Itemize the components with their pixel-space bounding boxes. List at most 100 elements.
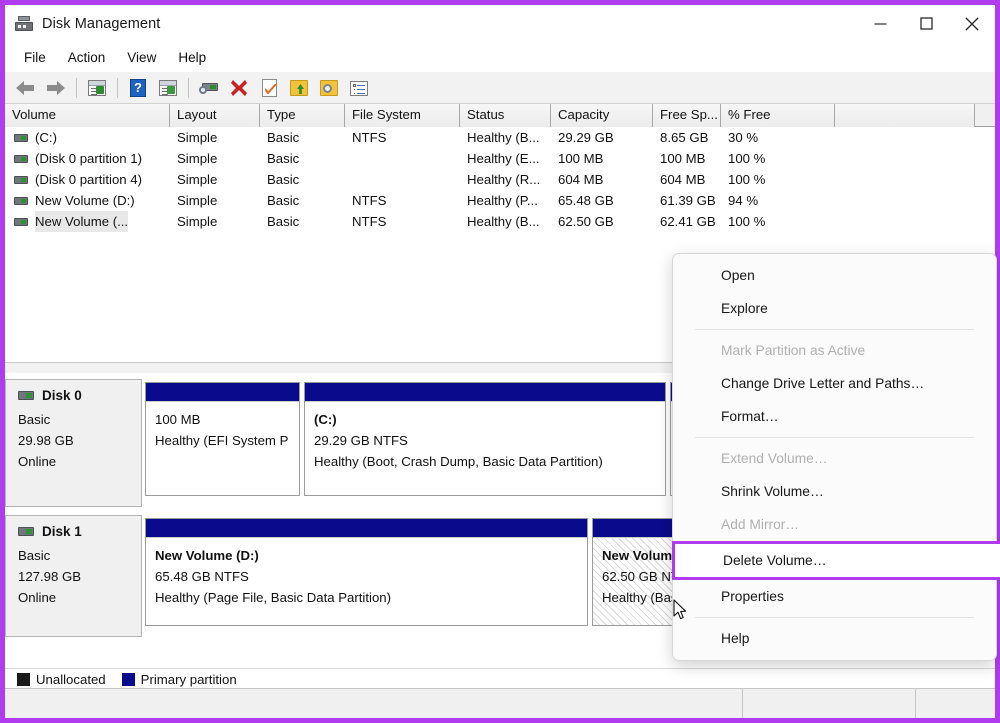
- title-bar: Disk Management: [5, 5, 995, 42]
- partition-color-bar: [146, 519, 587, 537]
- cell-volume: (C:): [5, 127, 170, 148]
- disk-info-disk-1[interactable]: Disk 1 Basic 127.98 GB Online: [5, 515, 142, 637]
- menu-item-open[interactable]: Open: [673, 259, 996, 292]
- volume-row[interactable]: (Disk 0 partition 1) Simple Basic Healthy (…: [5, 148, 995, 169]
- toolbar-separator: [188, 77, 189, 98]
- cell-type: Basic: [267, 172, 300, 187]
- volume-row[interactable]: New Volume (D:) Simple Basic NTFS Healthy (P…: [5, 190, 995, 211]
- cell-status: Healthy (R...: [467, 172, 541, 187]
- cell-volume: New Volume (D:): [5, 190, 170, 211]
- details-view-icon[interactable]: [347, 76, 371, 100]
- partition-block[interactable]: (C:) 29.29 GB NTFS Healthy (Boot, Crash Du…: [304, 382, 666, 496]
- volume-list-header: Volume Layout Type File System Status Capacit…: [5, 104, 995, 127]
- column-header-type[interactable]: Type: [260, 104, 345, 127]
- cell-percent_free: 30 %: [728, 130, 759, 145]
- cell-volume: (Disk 0 partition 1): [5, 148, 170, 169]
- rescan-disks-icon[interactable]: [197, 76, 221, 100]
- status-segment-3: [916, 689, 995, 718]
- cell-capacity: 29.29 GB: [558, 130, 614, 145]
- menu-separator: [695, 437, 974, 438]
- menu-action[interactable]: Action: [57, 47, 117, 68]
- menu-item-properties[interactable]: Properties: [673, 580, 996, 613]
- legend-label: Unallocated: [36, 671, 106, 687]
- column-header-status[interactable]: Status: [460, 104, 551, 127]
- partition-details: New Volume (D:) 65.48 GB NTFS Healthy (Pag…: [146, 537, 587, 625]
- partition-block[interactable]: New Volume (D:) 65.48 GB NTFS Healthy (Pag…: [145, 518, 588, 626]
- disk-icon: [18, 391, 34, 400]
- volume-icon: [14, 217, 28, 226]
- menu-item-explore[interactable]: Explore: [673, 292, 996, 325]
- cell-filesystem: NTFS: [352, 130, 387, 145]
- partition-details: 100 MB Healthy (EFI System P: [146, 401, 299, 495]
- column-header-layout[interactable]: Layout: [170, 104, 260, 127]
- menu-item-change-drive-letter-and-paths[interactable]: Change Drive Letter and Paths…: [673, 367, 996, 400]
- legend-swatch: [121, 672, 135, 686]
- show-hide-console-tree-icon[interactable]: [85, 76, 109, 100]
- cell-layout: Simple: [177, 172, 218, 187]
- partition-status: Healthy (Page File, Basic Data Partition…: [155, 590, 392, 605]
- partition-color-bar: [146, 383, 299, 401]
- window-controls: [857, 5, 995, 42]
- menu-separator: [695, 617, 974, 618]
- column-header-file-system[interactable]: File System: [345, 104, 460, 127]
- volume-row[interactable]: New Volume (... Simple Basic NTFS Healthy (B…: [5, 211, 995, 232]
- volume-icon: [14, 133, 28, 142]
- partition-label: (C:): [314, 412, 337, 427]
- menu-help[interactable]: Help: [167, 47, 217, 68]
- help-icon[interactable]: ?: [126, 76, 150, 100]
- maximize-icon[interactable]: [903, 5, 949, 42]
- legend-swatch: [17, 672, 30, 686]
- properties-icon[interactable]: [257, 76, 281, 100]
- column-header--free[interactable]: % Free: [721, 104, 835, 127]
- show-hide-action-pane-icon[interactable]: [156, 76, 180, 100]
- disk-name: Disk 0: [42, 388, 82, 403]
- partition-label: New Volume (D:): [155, 548, 259, 563]
- window-title: Disk Management: [42, 15, 161, 32]
- cell-filesystem: NTFS: [352, 214, 387, 229]
- disk-management-icon: [15, 16, 33, 31]
- cell-status: Healthy (B...: [467, 214, 540, 229]
- disk-size: 29.98 GB: [18, 433, 74, 448]
- column-header-capacity[interactable]: Capacity: [551, 104, 653, 127]
- volume-label: (Disk 0 partition 4): [35, 172, 143, 187]
- column-header-free-sp[interactable]: Free Sp...: [653, 104, 721, 127]
- search-icon[interactable]: [317, 76, 341, 100]
- partition-legend: Unallocated Primary partition: [5, 668, 995, 689]
- volume-row[interactable]: (C:) Simple Basic NTFS Healthy (B... 29.29 GB…: [5, 127, 995, 148]
- minimize-icon[interactable]: [857, 5, 903, 42]
- menu-item-mark-partition-as-active: Mark Partition as Active: [721, 343, 866, 358]
- volume-label: New Volume (...: [35, 211, 129, 232]
- menu-item-format[interactable]: Format…: [673, 400, 996, 433]
- status-segment-1: [5, 689, 743, 718]
- disk-info-disk-0[interactable]: Disk 0 Basic 29.98 GB Online: [5, 379, 142, 507]
- volume-row[interactable]: (Disk 0 partition 4) Simple Basic Healthy (…: [5, 169, 995, 190]
- column-header-blank[interactable]: [835, 104, 975, 127]
- column-header-volume[interactable]: Volume: [5, 104, 170, 127]
- menu-item-shrink-volume[interactable]: Shrink Volume…: [673, 475, 996, 508]
- disk-state: Online: [18, 454, 57, 469]
- forward-arrow-icon[interactable]: [44, 76, 68, 100]
- cell-percent_free: 100 %: [728, 214, 766, 229]
- disk-type: Basic: [18, 548, 51, 563]
- menu-separator: [695, 329, 974, 330]
- menu-item-delete-volume[interactable]: Delete Volume…: [672, 541, 1000, 580]
- menu-view[interactable]: View: [116, 47, 167, 68]
- cell-percent_free: 100 %: [728, 151, 766, 166]
- menu-item-help[interactable]: Help: [673, 622, 996, 655]
- partition-size: 65.48 GB NTFS: [155, 569, 249, 584]
- cell-filesystem: NTFS: [352, 193, 387, 208]
- close-icon[interactable]: [949, 5, 995, 42]
- delete-icon[interactable]: [227, 76, 251, 100]
- menu-file[interactable]: File: [13, 47, 57, 68]
- volume-icon: [14, 196, 28, 205]
- cell-percent_free: 94 %: [728, 193, 759, 208]
- menu-bar: File Action View Help: [5, 42, 995, 72]
- partition-context-menu: Open Explore Mark Partition as Active Chang…: [672, 253, 1000, 661]
- cell-filesystem: [345, 148, 460, 169]
- export-list-icon[interactable]: [287, 76, 311, 100]
- volume-label: New Volume (D:): [35, 193, 135, 208]
- legend-label: Primary partition: [140, 671, 237, 687]
- back-arrow-icon[interactable]: [14, 76, 38, 100]
- disk-type: Basic: [18, 412, 51, 427]
- partition-block[interactable]: 100 MB Healthy (EFI System P: [145, 382, 300, 496]
